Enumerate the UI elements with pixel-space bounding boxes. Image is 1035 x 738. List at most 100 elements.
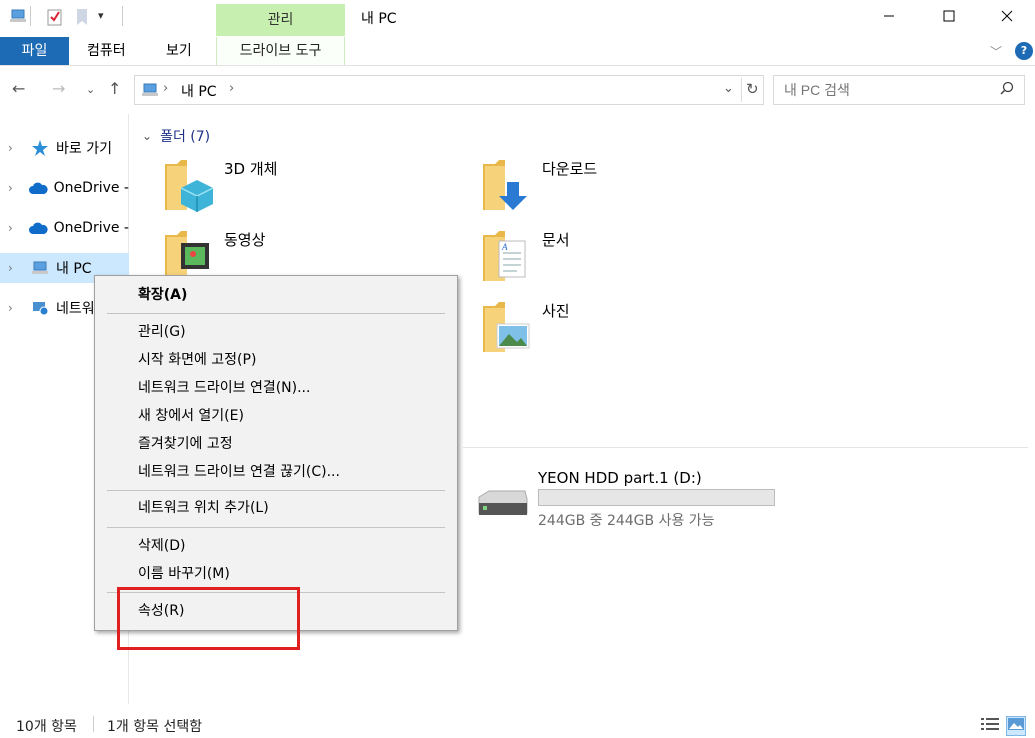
breadcrumb-chevron-icon[interactable]: › (163, 81, 168, 96)
selection-count: 1개 항목 선택함 (107, 719, 203, 735)
menu-item-open-in-new-window[interactable]: 새 창에서 열기(E) (95, 403, 457, 430)
3d-objects-folder-icon (163, 158, 215, 214)
address-divider (741, 78, 742, 102)
close-button[interactable] (984, 0, 1030, 36)
nav-item-label: 바로 가기 (56, 141, 112, 157)
pictures-folder-icon (481, 300, 533, 356)
close-icon (1001, 10, 1013, 26)
menu-item-manage[interactable]: 관리(G) (95, 319, 457, 346)
customize-toolbar-icon[interactable]: ▾ (98, 9, 104, 22)
star-icon (30, 140, 50, 156)
folder-name: 3D 개체 (224, 160, 278, 178)
menu-separator (107, 527, 445, 528)
menu-item-map-network-drive[interactable]: 네트워크 드라이브 연결(N)... (95, 375, 457, 402)
nav-item-quick-access[interactable]: › 바로 가기 (0, 133, 129, 163)
item-count: 10개 항목 (16, 719, 77, 735)
nav-item-label: 네트워 (56, 301, 95, 317)
expand-chevron-icon[interactable]: › (8, 301, 20, 315)
tab-computer[interactable]: 컴퓨터 (77, 37, 136, 65)
folder-documents[interactable]: A 문서 (481, 229, 781, 289)
address-bar[interactable]: › 내 PC › ⌄ ↻ (134, 75, 764, 105)
expand-chevron-icon[interactable]: › (8, 221, 18, 235)
folder-downloads[interactable]: 다운로드 (481, 158, 781, 218)
details-view-icon[interactable] (981, 717, 999, 735)
chevron-down-icon[interactable]: ﹀ (990, 43, 1002, 60)
refresh-icon[interactable]: ↻ (746, 80, 759, 98)
nav-item-onedrive-1[interactable]: › OneDrive - (0, 173, 129, 203)
pc-icon (141, 82, 159, 102)
hard-drive-icon (475, 489, 529, 523)
expand-chevron-icon[interactable]: › (8, 141, 20, 155)
back-arrow-icon[interactable]: ← (12, 79, 25, 98)
folder-name: 사진 (542, 302, 570, 320)
address-dropdown-icon[interactable]: ⌄ (723, 81, 734, 96)
nav-item-label: OneDrive - (53, 180, 129, 196)
folder-name: 동영상 (224, 231, 266, 249)
documents-folder-icon: A (481, 229, 533, 285)
onedrive-cloud-icon (28, 220, 48, 236)
status-divider (93, 716, 94, 732)
ribbon-tab-bar: 파일 컴퓨터 보기 드라이브 도구 ﹀ ? (0, 37, 1035, 66)
minimize-button[interactable] (866, 0, 912, 36)
section-divider (463, 447, 1028, 448)
window-title: 내 PC (361, 11, 397, 27)
title-bar: ▾ 관리 내 PC (0, 0, 1035, 37)
address-row: ← → ⌄ ↑ › 내 PC › ⌄ ↻ (0, 66, 1035, 114)
maximize-button[interactable] (926, 0, 972, 36)
menu-separator (107, 490, 445, 491)
new-folder-icon[interactable] (75, 8, 89, 30)
onedrive-cloud-icon (28, 180, 48, 196)
svg-text:A: A (501, 242, 508, 252)
menu-item-pin-to-quick-access[interactable]: 즐겨찾기에 고정 (95, 431, 457, 458)
context-menu: 확장(A) 관리(G) 시작 화면에 고정(P) 네트워크 드라이브 연결(N)… (94, 275, 458, 631)
recent-locations-chevron-icon[interactable]: ⌄ (86, 83, 95, 96)
folder-name: 다운로드 (542, 160, 598, 178)
menu-item-pin-to-start[interactable]: 시작 화면에 고정(P) (95, 347, 457, 374)
toolbar-divider (30, 6, 31, 26)
expand-chevron-icon[interactable]: › (8, 261, 20, 275)
expand-chevron-icon[interactable]: › (8, 181, 18, 195)
manage-context-tab-header: 관리 (216, 4, 345, 36)
menu-item-disconnect-network-drive[interactable]: 네트워크 드라이브 연결 끊기(C)... (95, 459, 457, 486)
pc-icon[interactable] (9, 8, 27, 28)
drive-usage-bar (538, 489, 775, 506)
tab-file[interactable]: 파일 (0, 37, 69, 65)
collapse-chevron-icon[interactable]: ⌄ (142, 129, 152, 143)
search-box[interactable] (773, 75, 1025, 105)
nav-item-label: OneDrive - (53, 220, 129, 236)
menu-item-expand[interactable]: 확장(A) (95, 282, 457, 309)
forward-arrow-icon[interactable]: → (52, 79, 65, 98)
folder-name: 문서 (542, 231, 570, 249)
nav-item-onedrive-2[interactable]: › OneDrive - (0, 213, 129, 243)
properties-icon[interactable] (47, 8, 63, 30)
pc-icon (30, 260, 50, 276)
maximize-icon (943, 10, 955, 26)
search-input[interactable] (784, 76, 994, 104)
drive-free-space: 244GB 중 244GB 사용 가능 (538, 513, 715, 529)
group-header-label: 폴더 (7) (160, 129, 211, 145)
menu-separator (107, 313, 445, 314)
drive-d[interactable]: YEON HDD part.1 (D:) 244GB 중 244GB 사용 가능 (475, 467, 795, 537)
folder-pictures[interactable]: 사진 (481, 300, 781, 360)
drive-name: YEON HDD part.1 (D:) (538, 469, 702, 487)
menu-item-delete[interactable]: 삭제(D) (95, 533, 457, 560)
breadcrumb-item[interactable]: 내 PC (181, 81, 217, 101)
search-icon[interactable] (1000, 81, 1014, 99)
large-icons-view-icon[interactable] (1006, 716, 1026, 736)
breadcrumb-chevron-icon[interactable]: › (229, 81, 234, 96)
toolbar-divider (122, 6, 123, 26)
minimize-icon (883, 10, 895, 26)
network-icon (30, 300, 50, 316)
folder-3d-objects[interactable]: 3D 개체 (163, 158, 463, 218)
properties-highlight-box (117, 587, 300, 650)
menu-item-rename[interactable]: 이름 바꾸기(M) (95, 561, 457, 588)
tab-drive-tools[interactable]: 드라이브 도구 (216, 37, 345, 65)
status-bar: 10개 항목 1개 항목 선택함 (0, 704, 1035, 738)
help-icon[interactable]: ? (1015, 42, 1033, 60)
up-arrow-icon[interactable]: ↑ (108, 79, 121, 98)
folders-group-header[interactable]: ⌄ 폴더 (7) (142, 126, 210, 146)
nav-item-label: 내 PC (56, 261, 92, 277)
tab-view[interactable]: 보기 (156, 37, 202, 65)
menu-item-add-network-location[interactable]: 네트워크 위치 추가(L) (95, 495, 457, 522)
downloads-folder-icon (481, 158, 533, 214)
